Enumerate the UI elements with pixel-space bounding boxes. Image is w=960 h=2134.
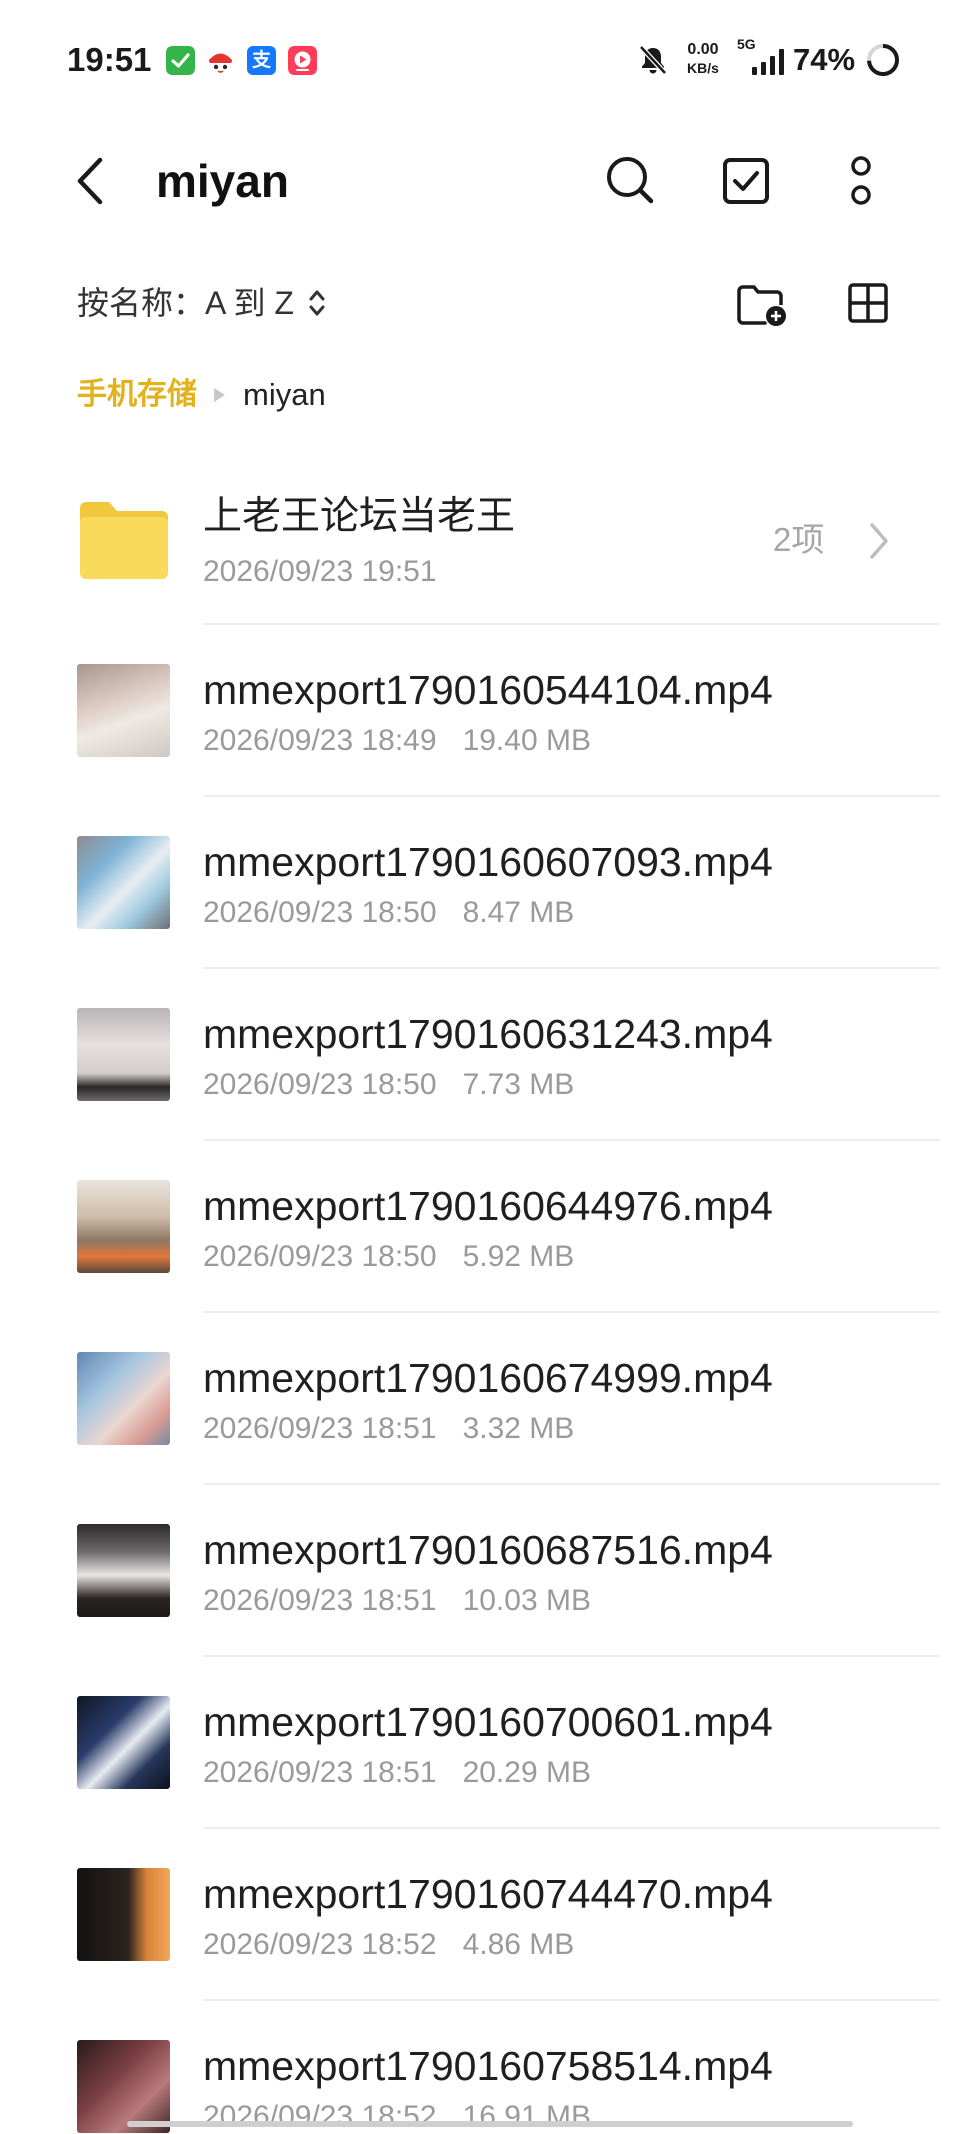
navigation-gesture-bar[interactable] [127,2121,853,2127]
video-thumbnail [77,2040,170,2133]
file-row[interactable]: mmexport1790160687516.mp4 2026/09/23 18:… [0,1485,960,1657]
signal-bars-icon [752,49,786,75]
file-size: 8.47 MB [462,896,575,929]
file-meta: 2026/09/23 18:50 7.73 MB [203,1068,574,1102]
back-arrow-icon[interactable] [74,156,106,206]
status-time: 19:51 [67,41,152,78]
video-thumbnail [77,664,170,757]
video-thumbnail [77,1696,170,1789]
breadcrumb: 手机存储 miyan [77,375,326,415]
chevron-right-icon [868,521,890,561]
file-name: mmexport1790160607093.mp4 [203,839,773,885]
file-row[interactable]: mmexport1790160631243.mp4 2026/09/23 18:… [0,969,960,1141]
sort-selector[interactable]: 按名称：A 到 Z [77,283,326,323]
file-name: mmexport1790160674999.mp4 [203,1355,773,1401]
battery-percent: 74% [793,42,856,77]
video-thumbnail [77,836,170,929]
file-date: 2026/09/23 18:50 [203,1068,437,1101]
folder-row[interactable]: 上老王论坛当老王 2026/09/23 19:51 2项 [0,455,960,625]
file-date: 2026/09/23 18:52 [203,1928,437,1961]
file-row[interactable]: mmexport1790160700601.mp4 2026/09/23 18:… [0,1657,960,1829]
file-meta: 2026/09/23 18:52 16.91 MB [203,2100,591,2134]
network-speed-unit: KB/s [687,60,719,76]
file-name: mmexport1790160544104.mp4 [203,667,773,713]
file-name: mmexport1790160644976.mp4 [203,1183,773,1229]
alipay-app-icon: 支 [247,46,276,75]
file-name: mmexport1790160700601.mp4 [203,1699,773,1745]
file-meta: 2026/09/23 18:51 3.32 MB [203,1412,574,1446]
network-speed: 0.00 KB/s [681,40,725,77]
new-folder-icon[interactable] [736,281,788,327]
file-meta: 2026/09/23 18:52 4.86 MB [203,1928,574,1962]
bell-off-icon [637,44,669,76]
file-row[interactable]: mmexport1790160607093.mp4 2026/09/23 18:… [0,797,960,969]
file-date: 2026/09/23 18:51 [203,1584,437,1617]
sort-label: 按名称：A 到 Z [77,285,294,321]
folder-date: 2026/09/23 19:51 [203,555,437,588]
file-meta: 2026/09/23 18:51 20.29 MB [203,1756,591,1790]
video-thumbnail [77,1524,170,1617]
folder-name: 上老王论坛当老王 [203,495,516,538]
file-size: 16.91 MB [462,2100,591,2133]
select-checkbox-icon[interactable] [722,157,770,205]
red-mascot-app-icon [206,46,235,75]
alipay-glyph: 支 [251,50,271,71]
file-size: 10.03 MB [462,1584,591,1617]
file-meta: 2026/09/23 18:51 10.03 MB [203,1584,591,1618]
file-row[interactable]: mmexport1790160744470.mp4 2026/09/23 18:… [0,1829,960,2001]
file-size: 7.73 MB [462,1068,575,1101]
file-name: mmexport1790160744470.mp4 [203,1871,773,1917]
file-row[interactable]: mmexport1790160544104.mp4 2026/09/23 18:… [0,625,960,797]
file-size: 19.40 MB [462,724,591,757]
file-size: 4.86 MB [462,1928,575,1961]
more-icon[interactable] [848,152,874,208]
grid-view-icon[interactable] [847,282,889,324]
green-check-app-icon [166,46,195,75]
video-thumbnail [77,1868,170,1961]
breadcrumb-current: miyan [243,377,326,412]
file-date: 2026/09/23 18:49 [203,724,437,757]
file-size: 3.32 MB [462,1412,575,1445]
search-icon[interactable] [604,154,656,206]
file-name: mmexport1790160687516.mp4 [203,1527,773,1573]
file-date: 2026/09/23 18:50 [203,896,437,929]
file-date: 2026/09/23 18:51 [203,1756,437,1789]
page-title: miyan [156,155,289,207]
sort-updown-icon [294,287,326,319]
folder-icon [80,501,168,579]
file-row[interactable]: mmexport1790160758514.mp4 2026/09/23 18:… [0,2001,960,2134]
battery-ring-icon [865,42,901,78]
file-size: 20.29 MB [462,1756,591,1789]
file-meta: 2026/09/23 18:49 19.40 MB [203,724,591,758]
file-date: 2026/09/23 18:52 [203,2100,437,2133]
file-meta: 2026/09/23 18:50 8.47 MB [203,896,574,930]
video-thumbnail [77,1008,170,1101]
file-size: 5.92 MB [462,1240,575,1273]
folder-item-count: 2项 [773,521,825,558]
file-date: 2026/09/23 18:51 [203,1412,437,1445]
network-speed-value: 0.00 [687,41,719,58]
video-app-icon [288,46,317,75]
file-row[interactable]: mmexport1790160644976.mp4 2026/09/23 18:… [0,1141,960,1313]
file-name: mmexport1790160631243.mp4 [203,1011,773,1057]
file-meta: 2026/09/23 18:50 5.92 MB [203,1240,574,1274]
video-thumbnail [77,1352,170,1445]
video-thumbnail [77,1180,170,1273]
file-row[interactable]: mmexport1790160674999.mp4 2026/09/23 18:… [0,1313,960,1485]
file-name: mmexport1790160758514.mp4 [203,2043,773,2089]
breadcrumb-root[interactable]: 手机存储 [77,375,197,415]
file-date: 2026/09/23 18:50 [203,1240,437,1273]
breadcrumb-separator-icon [213,388,225,402]
